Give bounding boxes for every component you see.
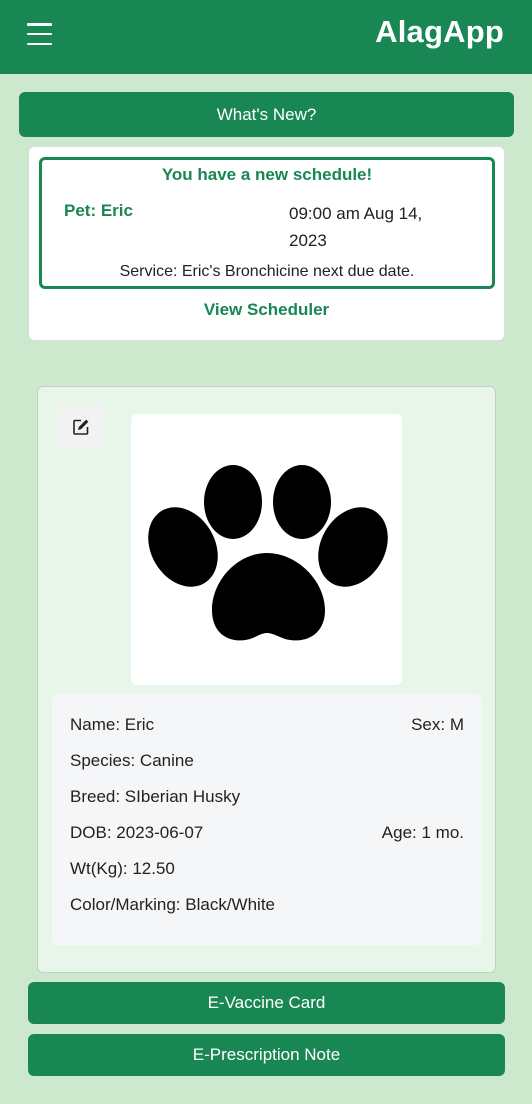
pet-photo: [131, 414, 402, 685]
schedule-notice-box: You have a new schedule! Pet: Eric 09:00…: [39, 157, 495, 289]
e-prescription-note-button[interactable]: E-Prescription Note: [28, 1034, 505, 1076]
pet-name: Name: Eric: [70, 715, 155, 734]
pet-profile-card: Name: Eric Sex: M Species: Canine Breed:…: [37, 386, 496, 973]
notice-title: You have a new schedule!: [161, 165, 373, 184]
paw-print-icon: [148, 465, 388, 641]
e-vaccine-card-button[interactable]: E-Vaccine Card: [28, 982, 505, 1024]
pet-age: Age: 1 mo.: [381, 823, 464, 842]
view-scheduler-link[interactable]: View Scheduler: [29, 300, 504, 320]
whats-new-button[interactable]: What's New?: [19, 92, 514, 137]
notice-datetime: 09:00 am Aug 14, 2023: [289, 204, 423, 250]
schedule-notice-card: You have a new schedule! Pet: Eric 09:00…: [28, 146, 505, 341]
pet-dob: DOB: 2023-06-07: [70, 823, 204, 842]
pet-sex: Sex: M: [411, 715, 464, 734]
pet-color-marking: Color/Marking: Black/White: [70, 895, 276, 914]
app-brand[interactable]: AlagApp: [375, 14, 504, 50]
top-navbar: AlagApp: [0, 0, 532, 74]
pet-info-panel: Name: Eric Sex: M Species: Canine Breed:…: [52, 694, 482, 945]
edit-pet-button[interactable]: [57, 406, 104, 448]
pet-species: Species: Canine: [70, 751, 194, 770]
notice-pet-name: Pet: Eric: [64, 201, 133, 220]
pet-weight: Wt(Kg): 12.50: [70, 859, 175, 878]
pet-breed: Breed: SIberian Husky: [70, 787, 241, 806]
edit-icon: [72, 419, 88, 435]
hamburger-menu-icon[interactable]: [27, 23, 52, 45]
notice-service: Service: Eric's Bronchicine next due dat…: [119, 263, 415, 280]
